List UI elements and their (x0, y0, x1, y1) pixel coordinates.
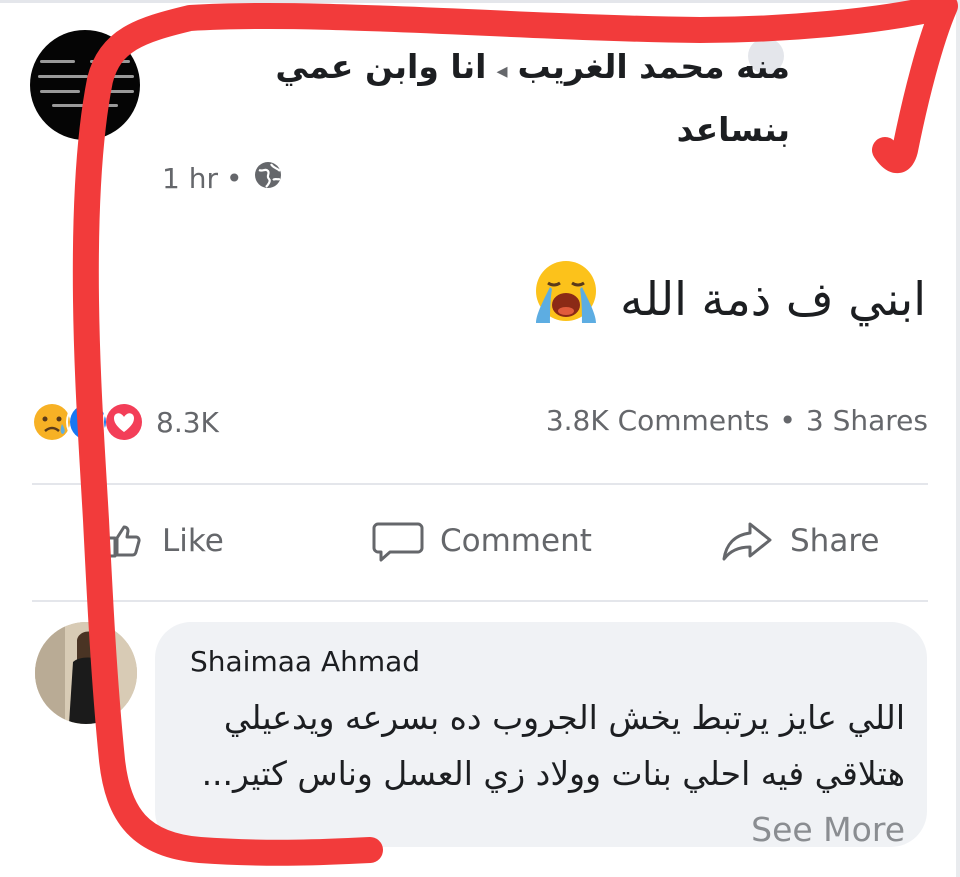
author-name[interactable]: منه محمد الغريب (518, 47, 790, 86)
commenter-avatar[interactable] (35, 622, 137, 724)
author-avatar[interactable] (30, 30, 140, 140)
reaction-summary[interactable]: 8.3K (30, 400, 219, 444)
avatar-text-line (38, 75, 88, 78)
comments-count[interactable]: 3.8K Comments (546, 404, 770, 437)
share-arrow-icon (722, 522, 772, 561)
avatar-text-line (52, 104, 118, 107)
avatar-text-line (88, 90, 134, 93)
right-edge (956, 0, 960, 877)
avatar-text-line (40, 60, 75, 63)
reaction-count[interactable]: 8.3K (156, 406, 219, 439)
avatar-text-line (92, 75, 134, 78)
top-divider (0, 0, 960, 3)
crying-face-icon (528, 255, 604, 342)
divider (32, 600, 928, 602)
stats-separator: • (779, 404, 796, 437)
shares-count[interactable]: 3 Shares (806, 404, 928, 437)
speech-bubble-icon (372, 522, 424, 562)
comment-label: Comment (440, 523, 592, 559)
like-button[interactable]: Like (100, 518, 224, 564)
avatar-text-line (40, 90, 80, 93)
comment-button[interactable]: Comment (372, 518, 592, 564)
arrow-right-icon: ◂ (496, 59, 508, 84)
commenter-name[interactable]: Shaimaa Ahmad (190, 645, 420, 678)
meta-separator: • (225, 162, 243, 195)
engagement-stats: 3.8K Comments • 3 Shares (546, 404, 928, 437)
post-title: منه محمد الغريب◂انا وابن عمي بنساعد (230, 38, 790, 159)
globe-icon (251, 160, 283, 197)
post-text: ابني ف ذمة الله (528, 255, 926, 342)
share-label: Share (790, 523, 880, 559)
thumbs-up-icon (106, 525, 141, 558)
divider (32, 483, 928, 485)
share-button[interactable]: Share (720, 518, 879, 564)
love-reaction-icon (102, 400, 146, 444)
post-body: ابني ف ذمة الله (620, 271, 926, 326)
like-label: Like (162, 523, 224, 559)
profile-photo (35, 622, 137, 724)
comment-text: اللي عايز يرتبط يخش الجروب ده بسرعه ويدع… (180, 690, 905, 858)
post-meta: 1 hr • (162, 160, 283, 197)
post-timestamp[interactable]: 1 hr (162, 162, 218, 195)
see-more-link[interactable]: See More (751, 810, 905, 849)
comment-body: اللي عايز يرتبط يخش الجروب ده بسرعه ويدع… (201, 698, 905, 793)
avatar-text-line (90, 60, 130, 63)
